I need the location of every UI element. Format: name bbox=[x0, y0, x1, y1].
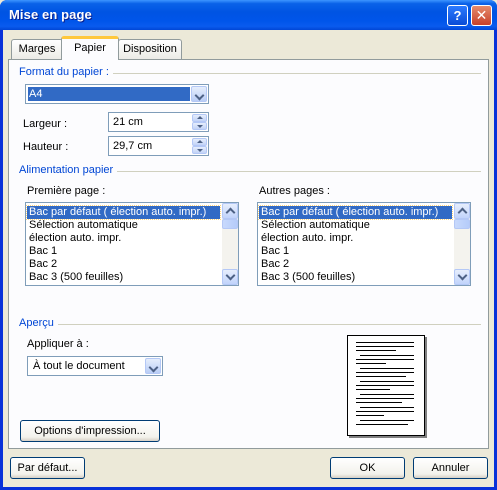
list-item[interactable]: Bac 2 bbox=[27, 258, 57, 271]
spin-down-icon[interactable] bbox=[192, 122, 207, 130]
ok-button[interactable]: OK bbox=[330, 457, 405, 479]
list-item[interactable]: élection auto. impr. bbox=[259, 232, 353, 245]
apply-to-value: À tout le document bbox=[33, 360, 125, 372]
paper-source-group-title: Alimentation papier bbox=[19, 164, 118, 176]
list-item[interactable]: Sélection automatique bbox=[259, 219, 370, 232]
tab-marges[interactable]: Marges bbox=[11, 39, 63, 59]
help-button[interactable]: ? bbox=[447, 5, 468, 26]
close-icon: ✕ bbox=[475, 7, 488, 23]
first-page-label: Première page : bbox=[27, 185, 106, 197]
list-item[interactable]: Bac 2 bbox=[259, 258, 289, 271]
preview-line bbox=[356, 372, 414, 373]
preview-line bbox=[356, 346, 414, 347]
paper-size-select[interactable]: A4 bbox=[25, 84, 209, 104]
other-pages-list[interactable]: Bac par défaut ( élection auto. impr.) S… bbox=[257, 202, 471, 286]
list-item[interactable]: Bac 1 bbox=[27, 245, 57, 258]
list-item[interactable]: Bac par défaut ( élection auto. impr.) bbox=[26, 205, 221, 220]
tab-panel-papier: Format du papier : A4 Largeur : 21 cm Ha… bbox=[8, 59, 489, 449]
title-bar[interactable]: Mise en page ? ✕ bbox=[0, 0, 497, 30]
list-item[interactable]: Bac 1 bbox=[259, 245, 289, 258]
cancel-button[interactable]: Annuler bbox=[413, 457, 488, 479]
spin-up-icon[interactable] bbox=[192, 138, 207, 146]
width-label: Largeur : bbox=[23, 118, 68, 130]
window-title: Mise en page bbox=[9, 7, 92, 22]
apply-to-label: Appliquer à : bbox=[27, 338, 89, 350]
width-value: 21 cm bbox=[113, 116, 143, 128]
print-options-button[interactable]: Options d'impression... bbox=[20, 420, 160, 442]
help-icon: ? bbox=[453, 8, 462, 23]
dialog-window: Mise en page ? ✕ Marges Papier Dispositi… bbox=[0, 0, 497, 490]
list-item[interactable]: Bac 3 (500 feuilles) bbox=[27, 271, 123, 284]
height-label: Hauteur : bbox=[23, 141, 69, 153]
list-item[interactable]: Bac par défaut ( élection auto. impr.) bbox=[258, 205, 453, 220]
preview-line bbox=[356, 415, 384, 416]
list-item[interactable]: Bac 3 (500 feuilles) bbox=[259, 271, 355, 284]
preview-line bbox=[356, 402, 402, 403]
dialog-body: Marges Papier Disposition Format du papi… bbox=[3, 30, 494, 487]
preview-line bbox=[360, 407, 414, 408]
tab-disposition[interactable]: Disposition bbox=[118, 39, 182, 59]
scrollbar[interactable] bbox=[454, 203, 470, 285]
width-spinner[interactable]: 21 cm bbox=[108, 112, 209, 132]
preview-line bbox=[356, 398, 414, 399]
scroll-up-icon[interactable] bbox=[222, 203, 238, 219]
spin-down-icon[interactable] bbox=[192, 146, 207, 154]
preview-line bbox=[360, 394, 414, 395]
tab-papier[interactable]: Papier bbox=[61, 36, 119, 60]
close-button[interactable]: ✕ bbox=[471, 5, 492, 26]
preview-line bbox=[356, 385, 414, 386]
list-item[interactable]: Sélection automatique bbox=[27, 219, 138, 232]
scroll-up-icon[interactable] bbox=[454, 203, 470, 219]
preview-line bbox=[356, 389, 390, 390]
other-pages-label: Autres pages : bbox=[259, 185, 330, 197]
first-page-list[interactable]: Bac par défaut ( élection auto. impr.) S… bbox=[25, 202, 239, 286]
tab-papier-label: Papier bbox=[74, 42, 106, 54]
apply-to-select[interactable]: À tout le document bbox=[27, 356, 163, 376]
tab-disposition-label: Disposition bbox=[123, 43, 177, 55]
preview-line bbox=[356, 376, 406, 377]
preview-line bbox=[356, 350, 396, 351]
paper-format-group-title: Format du papier : bbox=[19, 66, 113, 78]
preview-line bbox=[356, 411, 414, 412]
preview-line bbox=[360, 381, 414, 382]
scroll-down-icon[interactable] bbox=[222, 269, 238, 285]
scrollbar-thumb[interactable] bbox=[454, 219, 470, 229]
preview-line bbox=[356, 363, 386, 364]
page-preview-thumbnail bbox=[347, 335, 425, 436]
preview-line bbox=[360, 420, 414, 421]
paper-size-value: A4 bbox=[28, 87, 190, 101]
tab-marges-label: Marges bbox=[18, 43, 56, 55]
default-button[interactable]: Par défaut... bbox=[10, 457, 85, 479]
preview-line bbox=[356, 424, 408, 425]
scrollbar-thumb[interactable] bbox=[222, 219, 238, 229]
list-item[interactable]: élection auto. impr. bbox=[27, 232, 121, 245]
preview-line bbox=[360, 368, 414, 369]
height-spinner[interactable]: 29,7 cm bbox=[108, 136, 209, 156]
chevron-down-icon[interactable] bbox=[145, 358, 161, 374]
preview-line bbox=[360, 355, 414, 356]
scroll-down-icon[interactable] bbox=[454, 269, 470, 285]
chevron-down-icon[interactable] bbox=[191, 86, 207, 102]
spin-up-icon[interactable] bbox=[192, 114, 207, 122]
preview-group-title: Aperçu bbox=[19, 317, 58, 329]
preview-line bbox=[356, 359, 414, 360]
height-value: 29,7 cm bbox=[113, 140, 153, 152]
scrollbar[interactable] bbox=[222, 203, 238, 285]
group-divider bbox=[19, 324, 481, 325]
preview-line bbox=[356, 342, 414, 343]
